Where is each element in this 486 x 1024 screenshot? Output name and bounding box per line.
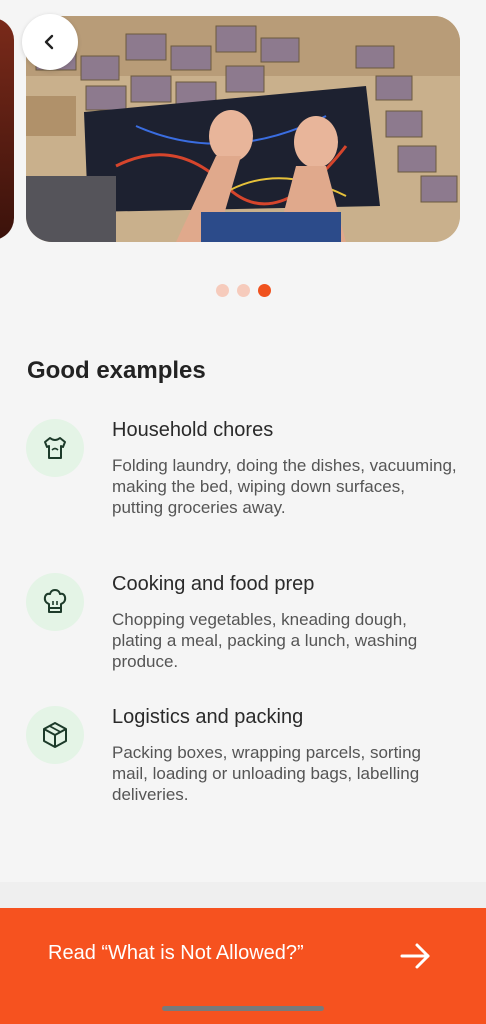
- example-icon-container: [26, 573, 84, 631]
- packing-scene-illustration: [26, 16, 460, 242]
- section-title: Good examples: [27, 357, 206, 384]
- arrow-right-icon: [400, 943, 430, 969]
- example-description: Packing boxes, wrapping parcels, sorting…: [112, 743, 421, 804]
- previous-slide-image[interactable]: [0, 18, 14, 240]
- cta-label: Read “What is Not Allowed?”: [48, 942, 304, 964]
- read-not-allowed-button[interactable]: Read “What is Not Allowed?”: [0, 908, 486, 1024]
- current-slide-image[interactable]: [26, 16, 460, 242]
- carousel-pagination: [0, 284, 486, 297]
- example-item: Household chores Folding laundry, doing …: [26, 419, 466, 549]
- box-icon: [43, 722, 67, 748]
- pagination-dot-3[interactable]: [257, 284, 271, 297]
- image-carousel[interactable]: [0, 0, 486, 250]
- example-title: Cooking and food prep: [112, 573, 315, 595]
- tshirt-icon: [44, 437, 66, 459]
- divider-band: [0, 882, 486, 908]
- example-title: Logistics and packing: [112, 706, 304, 728]
- back-button[interactable]: [22, 14, 78, 70]
- example-item: Cooking and food prep Chopping vegetable…: [26, 573, 466, 683]
- chevron-left-icon: [44, 34, 54, 50]
- example-item: Logistics and packing Packing boxes, wra…: [26, 706, 466, 816]
- chef-hat-icon: [43, 589, 67, 613]
- example-icon-container: [26, 706, 84, 764]
- example-description: Folding laundry, doing the dishes, vacuu…: [112, 456, 457, 517]
- pagination-dot-1[interactable]: [215, 284, 229, 297]
- example-description: Chopping vegetables, kneading dough, pla…: [112, 610, 418, 671]
- example-title: Household chores: [112, 419, 274, 441]
- pagination-dot-2[interactable]: [236, 284, 250, 297]
- home-indicator[interactable]: [162, 1006, 324, 1011]
- example-icon-container: [26, 419, 84, 477]
